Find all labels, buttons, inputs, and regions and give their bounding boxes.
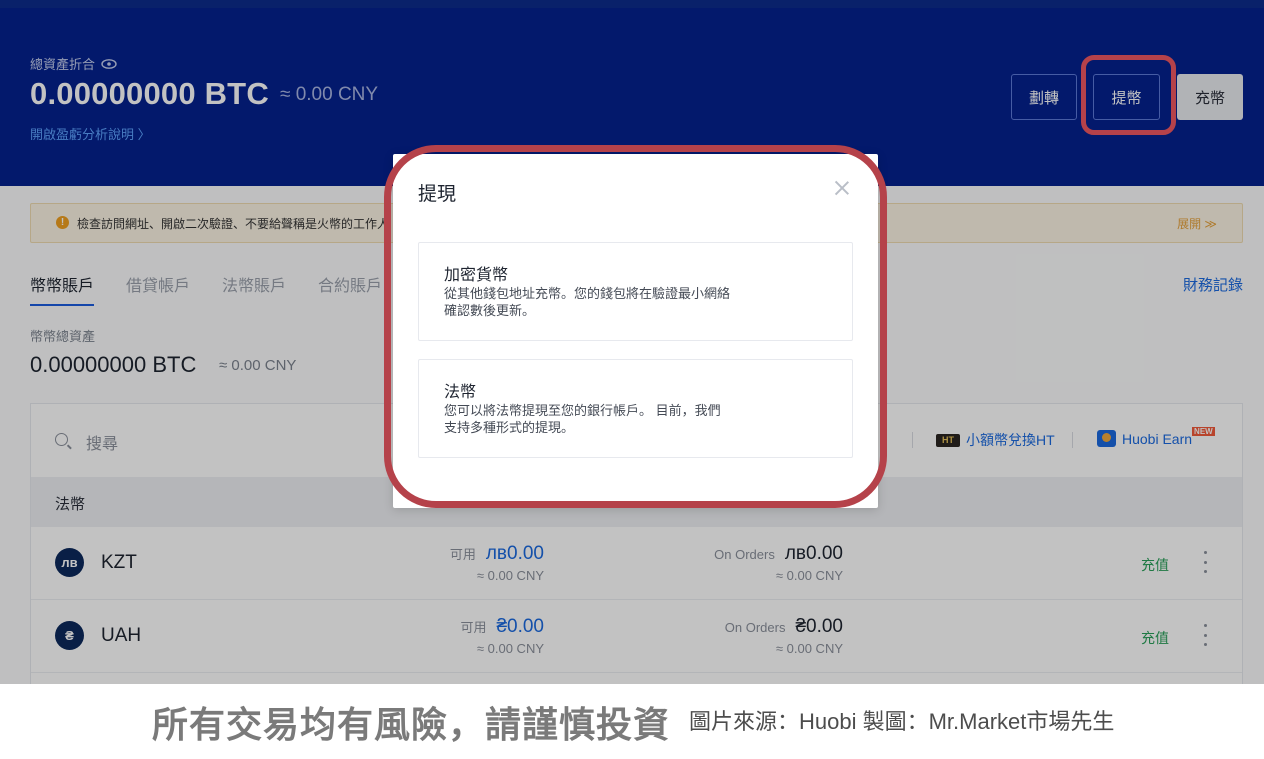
risk-warning: 所有交易均有風險，請謹慎投資 — [152, 704, 671, 745]
caption-footer: 所有交易均有風險，請謹慎投資 圖片來源：Huobi 製圖：Mr.Market市場… — [0, 684, 1264, 759]
withdraw-highlight-annotation — [1081, 55, 1176, 135]
modal-highlight-annotation — [384, 145, 887, 508]
image-credit: 圖片來源：Huobi 製圖：Mr.Market市場先生 — [689, 709, 1115, 734]
exchange-page: 總資產折合 0.00000000 BTC ≈ 0.00 CNY 開啟盈虧分析說明… — [0, 0, 1264, 684]
